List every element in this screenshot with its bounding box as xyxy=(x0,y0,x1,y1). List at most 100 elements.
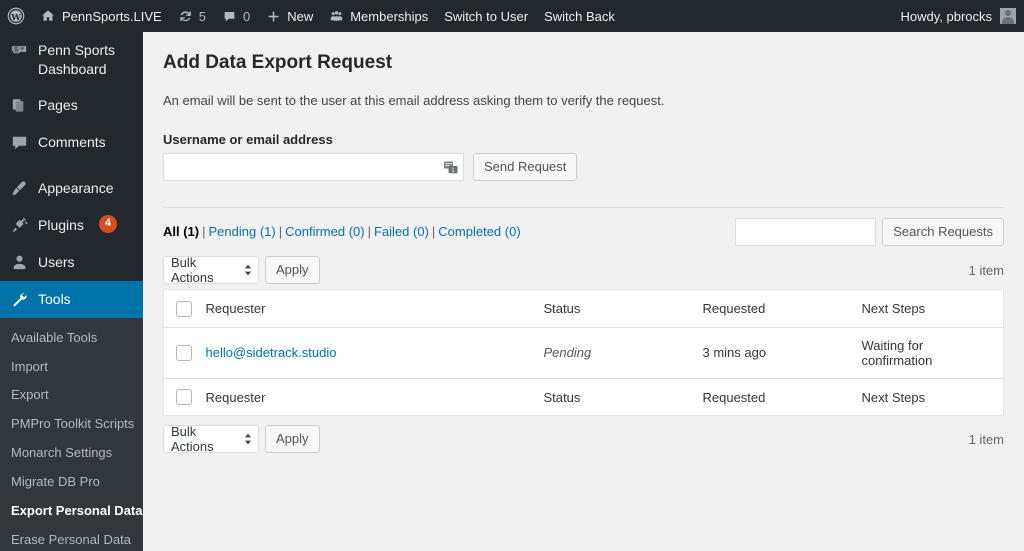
search-box: Search Requests xyxy=(735,218,1004,247)
sidebar-subitem-pmpro-toolkit-scripts[interactable]: PMPro Toolkit Scripts xyxy=(0,410,143,439)
filter-link-pending[interactable]: Pending (1) xyxy=(209,224,276,239)
requester-email-link[interactable]: hello@sidetrack.studio xyxy=(206,345,337,360)
filter-link-failed[interactable]: Failed (0) xyxy=(374,224,429,239)
sidebar-item-penn-sports-dashboard[interactable]: Penn Sports Dashboard xyxy=(0,32,143,87)
memberships-label: Memberships xyxy=(350,8,429,24)
table-body: hello@sidetrack.studio Pending 3 mins ag… xyxy=(164,327,1004,378)
sidebar-item-plugins[interactable]: Plugins 4 xyxy=(0,207,143,244)
table-header-row: Requester Status Requested Next Steps xyxy=(163,289,1004,328)
chevron-updown-icon xyxy=(244,433,252,448)
column-header-next-steps[interactable]: Next Steps xyxy=(861,289,1004,328)
switch-to-user-label: Switch to User xyxy=(444,8,529,24)
updates-button[interactable]: 5 xyxy=(170,0,214,32)
admin-bar: W PennSports.LIVE 5 0 New Memberships Sw… xyxy=(0,0,1024,32)
switch-back-label: Switch Back xyxy=(544,8,615,24)
sidebar-subitem-export[interactable]: Export xyxy=(0,381,143,410)
filter-link-completed[interactable]: Completed (0) xyxy=(438,224,520,239)
sidebar-subitem-export-personal-data[interactable]: Export Personal Data xyxy=(0,497,143,526)
active-menu-arrow xyxy=(143,291,151,308)
switch-back-button[interactable]: Switch Back xyxy=(536,0,623,32)
bulk-actions-select-top[interactable]: Bulk Actions xyxy=(163,255,259,286)
table-footer-row: Requester Status Requested Next Steps xyxy=(163,377,1004,416)
column-footer-requester[interactable]: Requester xyxy=(205,377,544,416)
admin-bar-spacer xyxy=(623,0,901,32)
svg-text:W: W xyxy=(10,13,21,23)
page-description: An email will be sent to the user at thi… xyxy=(163,92,665,108)
apply-button-bottom[interactable]: Apply xyxy=(265,425,320,454)
new-content-button[interactable]: New xyxy=(258,0,321,32)
send-request-button[interactable]: Send Request xyxy=(473,153,578,182)
search-input[interactable] xyxy=(735,218,877,247)
appearance-brush-icon xyxy=(9,179,29,199)
column-footer-requested[interactable]: Requested xyxy=(702,377,862,416)
wordpress-logo-icon: W xyxy=(7,7,25,25)
bulk-actions-value: Bulk Actions xyxy=(171,255,214,286)
column-footer-status[interactable]: Status xyxy=(543,377,703,416)
sidebar-item-label: Appearance xyxy=(38,179,114,196)
sidebar-separator xyxy=(0,161,143,170)
sidebar-item-users[interactable]: Users xyxy=(0,244,143,281)
row-select-cell xyxy=(164,327,206,378)
wordpress-logo-button[interactable]: W xyxy=(0,0,32,32)
email-field[interactable] xyxy=(163,153,464,182)
column-header-requester[interactable]: Requester xyxy=(205,289,544,328)
page-title: Add Data Export Request xyxy=(163,52,393,73)
sidebar-item-tools[interactable]: Tools xyxy=(0,280,151,318)
password-manager-icon[interactable]: 1 xyxy=(443,159,459,175)
site-name-menu[interactable]: PennSports.LIVE xyxy=(32,0,170,32)
site-name-label: PennSports.LIVE xyxy=(62,8,162,24)
column-header-status[interactable]: Status xyxy=(543,289,703,328)
search-requests-button[interactable]: Search Requests xyxy=(882,218,1004,247)
bulk-actions-value: Bulk Actions xyxy=(171,424,214,455)
home-icon xyxy=(40,8,56,24)
pages-icon xyxy=(9,96,29,116)
column-header-requested[interactable]: Requested xyxy=(702,289,862,328)
sidebar-item-label: Comments xyxy=(38,133,106,150)
row-requested-cell: 3 mins ago xyxy=(702,345,767,361)
bulk-actions-select-bottom[interactable]: Bulk Actions xyxy=(163,424,259,455)
sidebar-item-appearance[interactable]: Appearance xyxy=(0,170,143,207)
list-filters-row: All (1) | Pending (1) | Confirmed (0) | Failed… xyxy=(163,217,1004,247)
sidebar-subitem-erase-personal-data[interactable]: Erase Personal Data xyxy=(0,526,143,551)
section-divider xyxy=(163,207,1004,209)
filter-separator: | xyxy=(367,224,371,240)
filter-link-all[interactable]: All (1) xyxy=(163,224,199,239)
sidebar-subitem-migrate-db-pro[interactable]: Migrate DB Pro xyxy=(0,468,143,497)
switch-to-user-button[interactable]: Switch to User xyxy=(436,0,536,32)
sidebar-subitem-monarch-settings[interactable]: Monarch Settings xyxy=(0,439,143,468)
item-count-top: 1 item xyxy=(968,262,1004,278)
new-label: New xyxy=(287,8,314,24)
chevron-updown-icon xyxy=(244,264,252,279)
email-field-label: Username or email address xyxy=(163,132,333,148)
row-status-cell: Pending xyxy=(543,345,592,361)
sidebar-subitem-available-tools[interactable]: Available Tools xyxy=(0,324,143,353)
row-checkbox[interactable] xyxy=(176,345,192,362)
comments-button[interactable]: 0 xyxy=(214,0,258,32)
select-all-checkbox-bottom[interactable] xyxy=(176,389,192,406)
users-icon xyxy=(9,253,29,273)
sidebar-item-comments[interactable]: Comments xyxy=(0,124,143,161)
sidebar-item-pages[interactable]: Pages xyxy=(0,87,143,124)
sidebar-subitem-import[interactable]: Import xyxy=(0,353,143,382)
tools-submenu: Available Tools Import Export PMPro Tool… xyxy=(0,317,143,551)
plugins-update-badge: 4 xyxy=(98,214,117,233)
table-row: hello@sidetrack.studio Pending 3 mins ag… xyxy=(164,327,1004,378)
apply-button-top[interactable]: Apply xyxy=(265,256,320,285)
account-menu[interactable]: Howdy, pbrocks xyxy=(900,0,1024,32)
filter-separator: | xyxy=(278,224,283,240)
comments-count: 0 xyxy=(242,8,251,24)
column-footer-next-steps[interactable]: Next Steps xyxy=(861,377,1004,416)
select-all-footer xyxy=(163,377,206,416)
add-request-form: 1 Send Request xyxy=(163,153,1004,182)
table-head: Requester Status Requested Next Steps xyxy=(163,289,1004,328)
comments-icon xyxy=(9,133,29,153)
memberships-menu[interactable]: Memberships xyxy=(321,0,436,32)
select-all-header xyxy=(163,289,206,328)
updates-count: 5 xyxy=(198,8,206,24)
row-next-steps-cell: Waiting for confirmation xyxy=(861,337,933,368)
filter-link-confirmed[interactable]: Confirmed (0) xyxy=(285,224,364,239)
item-count-bottom: 1 item xyxy=(968,431,1004,447)
sidebar-item-label: Penn Sports Dashboard xyxy=(38,42,116,77)
bulk-actions-top: Bulk Actions Apply xyxy=(163,255,320,286)
select-all-checkbox-top[interactable] xyxy=(176,300,192,317)
